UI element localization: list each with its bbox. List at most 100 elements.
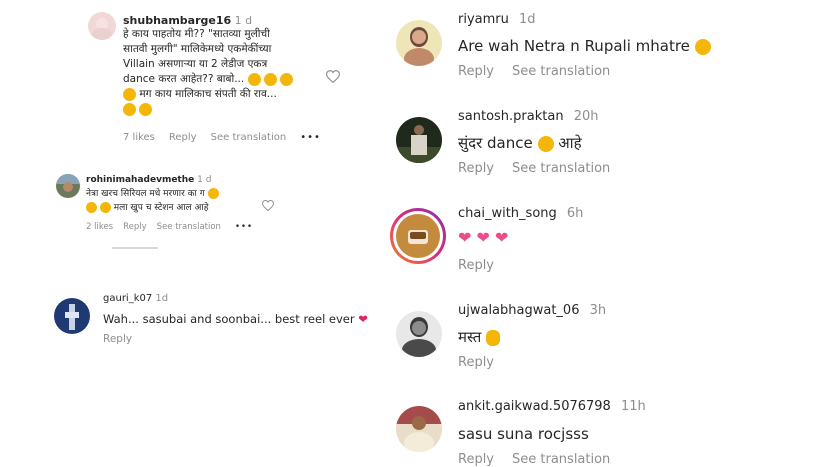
avatar[interactable]: [54, 298, 90, 334]
comment-line: हे काय पाहतोय मी?? "सातव्या मुलीची: [123, 28, 270, 40]
comment-actions: Reply: [103, 333, 146, 345]
emoji-icon: [123, 102, 136, 116]
comment-line: सातवी मुलगी" मालिकेमध्ये एकमेकींच्या: [123, 43, 272, 55]
comment-text: ❤ ❤ ❤: [458, 228, 508, 247]
emoji-icon: [123, 87, 136, 101]
sparkling-heart-emoji-icon: ❤: [495, 228, 509, 247]
comment-actions: 7 likes Reply See translation •••: [123, 132, 335, 143]
avatar[interactable]: [396, 117, 442, 163]
sparkling-heart-emoji-icon: ❤: [458, 228, 472, 247]
avatar-story-ring[interactable]: [390, 208, 446, 264]
reply-button[interactable]: Reply: [123, 222, 147, 232]
comment-actions: Reply See translation: [458, 161, 624, 176]
reply-button[interactable]: Reply: [458, 452, 494, 467]
username[interactable]: gauri_k07: [103, 293, 152, 304]
comment-actions: Reply: [458, 258, 508, 273]
comment-line-text: Wah... sasubai and soonbai... best reel …: [103, 312, 355, 326]
see-translation-button[interactable]: See translation: [512, 161, 610, 176]
red-heart-emoji-icon: ❤: [358, 312, 368, 326]
username[interactable]: ankit.gaikwad.5076798: [458, 399, 611, 414]
comment-text: sasu suna rocjsss: [458, 425, 589, 443]
reply-button[interactable]: Reply: [458, 355, 494, 370]
timestamp: 1d: [155, 293, 169, 304]
comment-header: rohinimahadevmethe 1 d: [86, 175, 211, 185]
comment-header: santosh.praktan 20h: [458, 109, 599, 124]
comment-actions: 2 likes Reply See translation •••: [86, 222, 267, 232]
comment-line-text: मग काय मालिकाच संपती की राव...: [139, 88, 277, 100]
emoji-icon: [99, 202, 111, 213]
username[interactable]: ujwalabhagwat_06: [458, 303, 579, 318]
emoji-icon: [207, 188, 219, 199]
ok-hand-emoji-icon: [486, 329, 501, 346]
emoji-icon: [280, 72, 294, 86]
emoji-icon: [247, 72, 261, 86]
timestamp: 1 d: [197, 175, 212, 185]
timestamp: 3h: [589, 303, 607, 318]
comment-header: gauri_k07 1d: [103, 293, 168, 304]
heart-eyes-emoji-icon: [537, 135, 554, 152]
avatar[interactable]: [396, 311, 442, 357]
comment-actions: Reply: [458, 355, 508, 370]
reply-button[interactable]: Reply: [103, 333, 132, 345]
comment-text: हे काय पाहतोय मी?? "सातव्या मुलीची सातवी…: [123, 27, 294, 117]
avatar[interactable]: [396, 20, 442, 66]
more-options-icon[interactable]: •••: [235, 222, 253, 232]
comment-line-text: मस्त: [458, 328, 482, 346]
comment-header: ankit.gaikwad.5076798 11h: [458, 399, 646, 414]
comment-line-text: सुंदर dance: [458, 134, 533, 152]
comment-line-text: dance करत आहेत?? बाबो...: [123, 73, 245, 85]
reply-button[interactable]: Reply: [458, 258, 494, 273]
emoji-icon: [139, 102, 153, 116]
comment-actions: Reply See translation: [458, 452, 624, 467]
comment-line: Villain असणाऱ्या या 2 लेडीज एकत्र: [123, 58, 268, 70]
sparkling-heart-emoji-icon: ❤: [476, 228, 490, 247]
comment-line-text: sasu suna rocjsss: [458, 425, 589, 443]
comment-line-text: Are wah Netra n Rupali mhatre: [458, 37, 690, 55]
emoji-icon: [263, 72, 277, 86]
likes-count[interactable]: 7 likes: [123, 132, 155, 143]
like-heart-icon[interactable]: [325, 68, 341, 87]
see-translation-button[interactable]: See translation: [512, 452, 610, 467]
reply-button[interactable]: Reply: [458, 64, 494, 79]
clipped-text-fragment: [112, 246, 172, 250]
timestamp: 6h: [566, 206, 584, 221]
comment-line: मला खुप च स्टेशन आल आहे: [86, 201, 219, 215]
comment-text: Wah... sasubai and soonbai... best reel …: [103, 312, 368, 326]
comment-actions: Reply See translation: [458, 64, 624, 79]
username[interactable]: riyamru: [458, 12, 509, 27]
comment-header: chai_with_song 6h: [458, 206, 583, 221]
reply-button[interactable]: Reply: [458, 161, 494, 176]
comment-text: Are wah Netra n Rupali mhatre: [458, 37, 711, 55]
comment-line: मग काय मालिकाच संपती की राव...: [123, 87, 293, 102]
timestamp: 1 d: [234, 14, 253, 27]
more-options-icon[interactable]: •••: [300, 132, 321, 143]
likes-count[interactable]: 2 likes: [86, 222, 113, 232]
avatar[interactable]: [396, 406, 442, 452]
heart-eyes-emoji-icon: [694, 38, 711, 55]
reply-button[interactable]: Reply: [169, 132, 197, 143]
see-translation-button[interactable]: See translation: [211, 132, 287, 143]
emoji-icon: [86, 202, 97, 213]
comment-header: shubhambarge16 1 d: [123, 14, 252, 27]
comment-text: नेत्रा खरच सिरियल मधे मरणार का ग मला खुप…: [86, 187, 219, 215]
comment-header: riyamru 1d: [458, 12, 536, 27]
username[interactable]: santosh.praktan: [458, 109, 564, 124]
see-translation-button[interactable]: See translation: [512, 64, 610, 79]
username[interactable]: shubhambarge16: [123, 14, 231, 27]
avatar[interactable]: [56, 174, 80, 198]
timestamp: 1d: [519, 12, 536, 27]
comment-text: मस्त: [458, 327, 501, 347]
avatar[interactable]: [88, 12, 116, 40]
username[interactable]: rohinimahadevmethe: [86, 175, 194, 185]
comment-text: सुंदर dance आहे: [458, 133, 582, 153]
username[interactable]: chai_with_song: [458, 206, 557, 221]
timestamp: 20h: [573, 109, 599, 124]
comment-header: ujwalabhagwat_06 3h: [458, 303, 606, 318]
comment-line: नेत्रा खरच सिरियल मधे मरणार का ग: [86, 187, 219, 201]
comment-line: [123, 102, 293, 117]
timestamp: 11h: [620, 399, 646, 414]
see-translation-button[interactable]: See translation: [157, 222, 221, 232]
comment-line-text: नेत्रा खरच सिरियल मधे मरणार का ग: [86, 189, 205, 199]
like-heart-icon[interactable]: [261, 196, 275, 215]
comment-line-text: आहे: [558, 134, 582, 152]
